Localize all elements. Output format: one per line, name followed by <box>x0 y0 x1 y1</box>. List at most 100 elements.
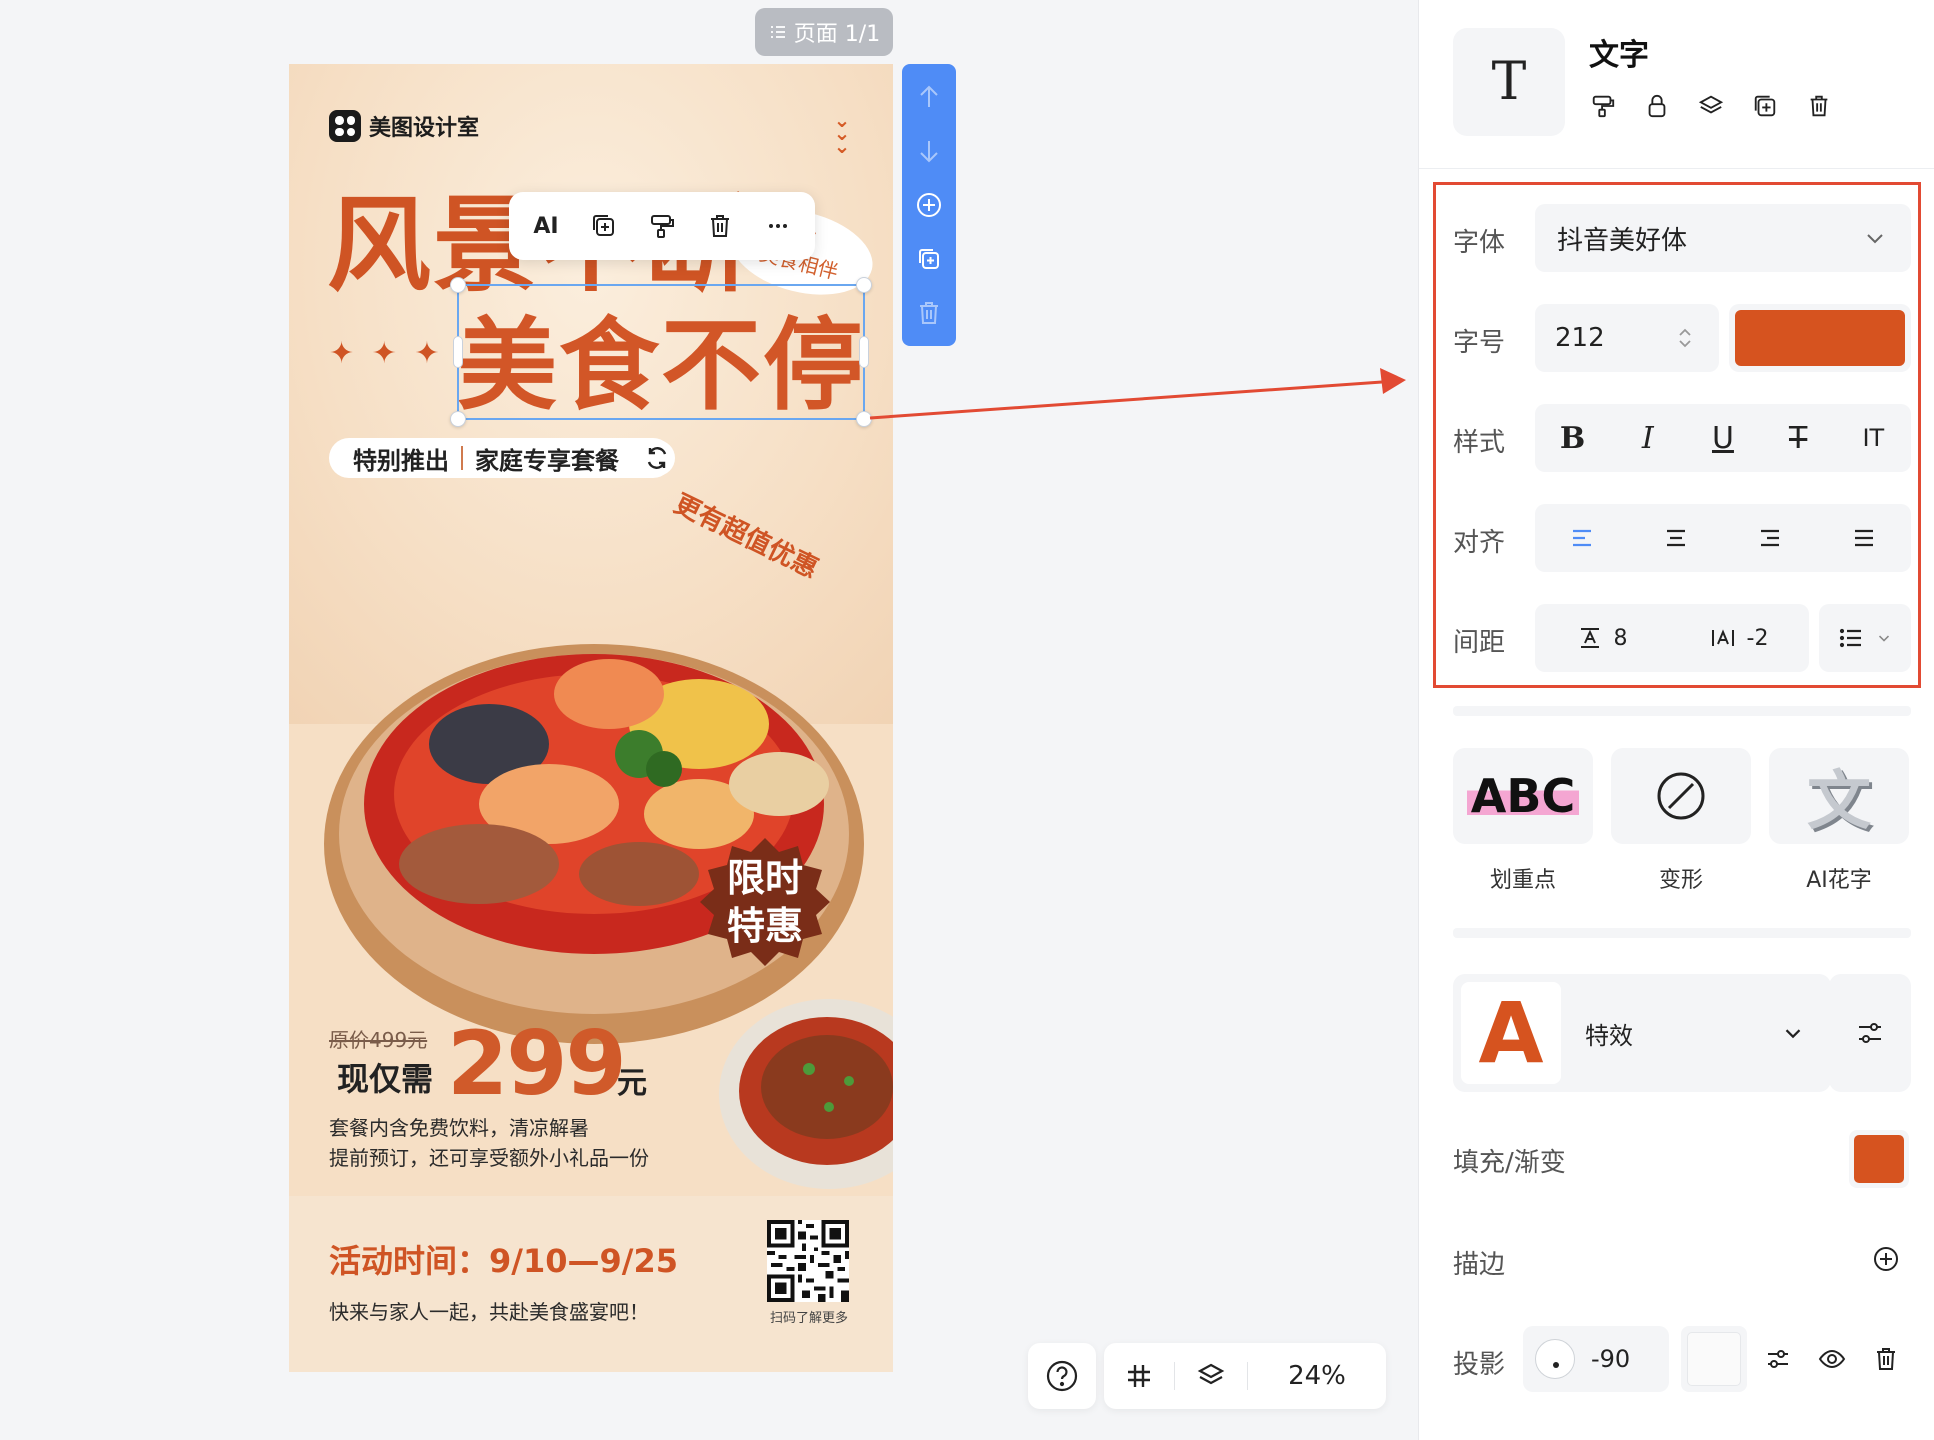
duplicate-button[interactable] <box>582 204 626 248</box>
zoom-level[interactable]: 24% <box>1248 1343 1386 1409</box>
layers-button[interactable] <box>1175 1343 1247 1409</box>
poster-artboard[interactable]: 美图设计室 ⌄⌄⌄ 风景不断 游 美食相伴 ✦ ✦ ✦ 美食不停 AI <box>289 64 893 1372</box>
price-value[interactable]: 299 <box>447 1012 627 1115</box>
angle-dial-icon[interactable] <box>1535 1339 1575 1379</box>
refresh-button[interactable] <box>639 440 675 476</box>
resize-handle-top-left[interactable] <box>450 277 466 293</box>
grid-icon <box>1128 1365 1150 1387</box>
badge-text: 限时 特惠 <box>699 854 831 950</box>
letter-spacing-control[interactable]: -2 <box>1709 624 1769 652</box>
add-stroke-button[interactable] <box>1871 1244 1901 1274</box>
highlight-effect-label: 划重点 <box>1489 868 1556 893</box>
shadow-settings-button[interactable] <box>1763 1344 1793 1374</box>
align-right-button[interactable] <box>1746 514 1794 562</box>
refresh-icon <box>647 447 667 469</box>
resize-handle-bottom-right[interactable] <box>856 411 872 427</box>
align-center-icon <box>1667 529 1685 547</box>
zoom-bar: 24% <box>1104 1343 1386 1409</box>
delete-button[interactable] <box>1805 92 1833 120</box>
page-indicator[interactable]: 页面 1/1 <box>755 8 893 56</box>
arrow-down-icon <box>920 141 938 163</box>
text-color-picker[interactable] <box>1729 304 1911 372</box>
qr-caption[interactable]: 扫码了解更多 <box>749 1307 869 1326</box>
vertical-text-button[interactable]: IT <box>1849 414 1897 462</box>
invite-text[interactable]: 快来与家人一起，共赴美食盛宴吧！ <box>329 1296 649 1325</box>
text-type-icon: T <box>1453 28 1565 136</box>
trash-icon <box>920 302 938 324</box>
ai-text-preview: 文 <box>1807 764 1871 839</box>
fill-color-swatch <box>1854 1135 1904 1183</box>
side-dish-image[interactable] <box>709 969 893 1199</box>
add-page-button[interactable] <box>911 187 947 223</box>
layer-button[interactable] <box>1697 92 1725 120</box>
underline-button[interactable]: U <box>1699 414 1747 462</box>
resize-handle-left[interactable] <box>453 336 463 368</box>
italic-button[interactable]: I <box>1624 414 1672 462</box>
effect-dropdown-toggle[interactable] <box>1763 1020 1823 1046</box>
activity-time[interactable]: 活动时间：9/10—9/25 <box>329 1236 678 1282</box>
trash-icon <box>711 215 729 237</box>
font-size-value: 212 <box>1555 323 1605 353</box>
lock-button[interactable] <box>1643 92 1671 120</box>
align-left-button[interactable] <box>1558 514 1606 562</box>
panel-title: 文字 <box>1589 38 1649 73</box>
list-icon <box>1839 628 1861 648</box>
duplicate-page-button[interactable] <box>911 241 947 277</box>
stepper-icon[interactable] <box>1671 324 1699 352</box>
shadow-angle-input[interactable]: -90 <box>1523 1326 1669 1392</box>
design-canvas[interactable]: 页面 1/1 美图设计室 ⌄⌄⌄ 风景不断 游 美食相伴 ✦ ✦ ✦ 美食不停 … <box>0 0 1418 1440</box>
move-up-button[interactable] <box>911 79 947 115</box>
delete-button[interactable] <box>698 204 742 248</box>
duplicate-button[interactable] <box>1751 92 1779 120</box>
style-label: 样式 <box>1453 428 1506 458</box>
fill-color-picker[interactable] <box>1849 1130 1909 1188</box>
font-size-input[interactable]: 212 <box>1535 304 1719 372</box>
shadow-color-picker[interactable] <box>1681 1326 1747 1392</box>
align-center-button[interactable] <box>1652 514 1700 562</box>
effect-settings-button[interactable] <box>1829 974 1911 1092</box>
qr-code-image[interactable] <box>767 1220 849 1302</box>
shadow-angle-value: -90 <box>1591 1345 1631 1373</box>
description-line-2[interactable]: 提前预订，还可享受额外小礼品一份 <box>329 1142 649 1171</box>
no-transform-icon <box>1657 772 1705 820</box>
move-down-button[interactable] <box>911 133 947 169</box>
resize-handle-right[interactable] <box>859 336 869 368</box>
help-button[interactable] <box>1028 1343 1096 1409</box>
highlight-effect-card[interactable]: ABC <box>1453 748 1593 844</box>
shadow-delete-button[interactable] <box>1871 1344 1901 1374</box>
tagline-pill[interactable]: 特别推出 家庭专享套餐 <box>329 438 673 478</box>
description-line-1[interactable]: 套餐内含免费饮料，清凉解暑 <box>329 1112 589 1141</box>
lock-icon <box>1648 94 1666 118</box>
more-button[interactable] <box>756 204 800 248</box>
brand-logo-row[interactable]: 美图设计室 <box>329 110 479 142</box>
transform-effect-card[interactable] <box>1611 748 1751 844</box>
brand-logo-icon <box>329 110 361 142</box>
ai-text-effect-card[interactable]: 文 <box>1769 748 1909 844</box>
format-painter-button[interactable] <box>1589 92 1617 120</box>
selection-box[interactable] <box>450 277 872 427</box>
font-family-value: 抖音美好体 <box>1557 225 1688 256</box>
text-align-group <box>1535 504 1911 572</box>
strikethrough-button[interactable]: T <box>1774 414 1822 462</box>
ai-button[interactable]: AI <box>524 204 568 248</box>
line-spacing-control[interactable]: 8 <box>1576 624 1628 652</box>
original-price[interactable]: 原价499元 <box>329 1024 427 1053</box>
letter-spacing-value: -2 <box>1746 625 1769 651</box>
text-effect-select[interactable]: A 特效 <box>1453 974 1831 1092</box>
resize-handle-top-right[interactable] <box>856 277 872 293</box>
more-icon <box>769 224 787 228</box>
align-justify-button[interactable] <box>1840 514 1888 562</box>
delete-page-button[interactable] <box>911 295 947 331</box>
now-price-label[interactable]: 现仅需 <box>337 1054 433 1100</box>
add-circle-icon <box>1874 1247 1898 1271</box>
vertical-text-icon: IT <box>1862 424 1885 452</box>
resize-handle-bottom-left[interactable] <box>450 411 466 427</box>
font-family-select[interactable]: 抖音美好体 <box>1535 204 1911 272</box>
format-painter-button[interactable] <box>640 204 684 248</box>
font-label: 字体 <box>1453 228 1506 258</box>
shadow-visibility-button[interactable] <box>1817 1344 1847 1374</box>
price-unit[interactable]: 元 <box>617 1058 647 1102</box>
grid-button[interactable] <box>1104 1343 1174 1409</box>
list-style-select[interactable] <box>1819 604 1911 672</box>
bold-button[interactable]: B <box>1549 414 1597 462</box>
